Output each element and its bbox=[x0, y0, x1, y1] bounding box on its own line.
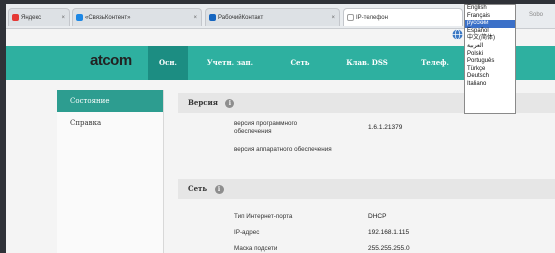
language-option-polish[interactable]: Polski bbox=[465, 51, 515, 59]
yandex-favicon-icon bbox=[12, 14, 19, 21]
subnet-mask-value: 255.255.255.0 bbox=[368, 245, 410, 252]
nav-tab-basic[interactable]: Осн. bbox=[148, 46, 188, 80]
close-tab-icon[interactable]: × bbox=[61, 9, 65, 26]
nav-tab-network[interactable]: Сеть bbox=[282, 46, 318, 80]
sidebar: Состояние Справка bbox=[57, 90, 164, 253]
browser-tab-label: IP-телефон bbox=[356, 15, 388, 21]
page-favicon-icon bbox=[347, 14, 354, 21]
info-icon[interactable]: i bbox=[214, 184, 224, 194]
language-option-chinese[interactable]: 中文(简体) bbox=[465, 35, 515, 43]
browser-tab-label: «СвязьКонтент» bbox=[85, 15, 131, 21]
language-option-german[interactable]: Deutsch bbox=[465, 73, 515, 81]
ip-address-value: 192.168.1.115 bbox=[368, 229, 410, 236]
sidebar-item-help[interactable]: Справка bbox=[57, 112, 163, 134]
browser-tab-ip-phone[interactable]: IP-телефон bbox=[343, 8, 463, 26]
subnet-mask-label: Маска подсети bbox=[234, 245, 278, 252]
nav-tab-phone[interactable]: Телеф. bbox=[413, 46, 457, 80]
atcom-logo: atcom bbox=[90, 52, 132, 69]
browser-tab-label: Яндекс bbox=[21, 15, 42, 21]
section-title: Версия bbox=[188, 98, 218, 107]
language-option-portuguese[interactable]: Português bbox=[465, 58, 515, 66]
nav-tab-accounts[interactable]: Учетн. зап. bbox=[199, 46, 261, 80]
main-content: Версия i версия программного обеспечения… bbox=[178, 90, 555, 253]
close-tab-icon[interactable]: × bbox=[193, 9, 197, 26]
globe-icon[interactable] bbox=[452, 29, 463, 40]
nav-tab-dss-keys[interactable]: Клав. DSS bbox=[336, 46, 398, 80]
internet-port-type-value: DHCP bbox=[368, 213, 387, 220]
browser-tab-yandex[interactable]: Яндекс × bbox=[8, 8, 70, 26]
site-favicon-icon bbox=[76, 14, 83, 21]
section-header-network: Сеть i bbox=[178, 179, 555, 199]
browser-tab-rabochiy[interactable]: РабочийКонтакт × bbox=[205, 8, 340, 26]
site-favicon-icon bbox=[209, 14, 216, 21]
browser-window: Яндекс × «СвязьКонтент» × РабочийКонтакт… bbox=[6, 4, 555, 253]
browser-tab-label: РабочийКонтакт bbox=[218, 15, 264, 21]
close-tab-icon[interactable]: × bbox=[331, 9, 335, 26]
browser-tab-svyazcontent[interactable]: «СвязьКонтент» × bbox=[72, 8, 202, 26]
info-icon[interactable]: i bbox=[225, 98, 235, 108]
internet-port-type-label: Тип Интернет-порта bbox=[234, 213, 293, 220]
software-version-label: версия программного обеспечения bbox=[234, 120, 298, 135]
language-option-russian[interactable]: русский bbox=[465, 20, 515, 28]
language-option-english[interactable]: English bbox=[465, 5, 515, 13]
section-title: Сеть bbox=[188, 184, 208, 193]
sidebar-item-status[interactable]: Состояние bbox=[57, 90, 163, 112]
language-dropdown[interactable]: English Français русский Español 中文(简体) … bbox=[464, 4, 516, 114]
language-option-arabic[interactable]: العربية bbox=[465, 43, 515, 51]
browser-corner-text: Sobo bbox=[529, 12, 544, 18]
language-option-turkish[interactable]: Türkçe bbox=[465, 66, 515, 74]
software-version-value: 1.6.1.21379 bbox=[368, 124, 403, 131]
ip-address-label: IP-адрес bbox=[234, 229, 260, 236]
hardware-version-label: версия аппаратного обеспечения bbox=[234, 146, 332, 153]
language-option-italian[interactable]: Italiano bbox=[465, 81, 515, 89]
